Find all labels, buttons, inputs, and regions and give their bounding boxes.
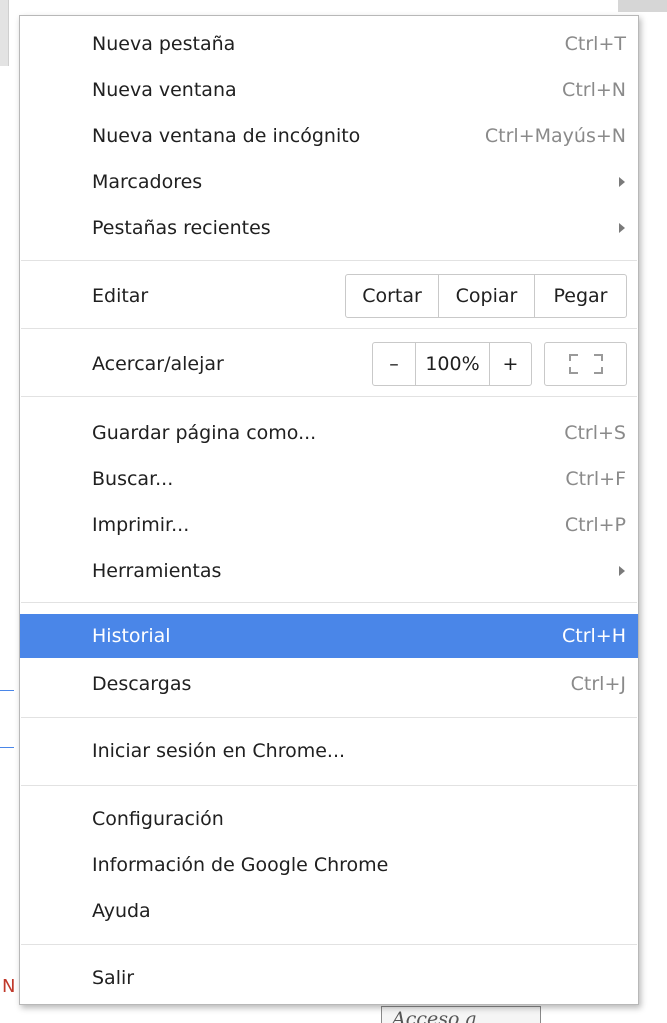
screen: N Acceso a Internet Nueva pestaña Ctrl+T… [0, 0, 667, 1023]
menu-item-shortcut: Ctrl+H [561, 625, 626, 647]
paste-button[interactable]: Pegar [534, 275, 626, 317]
menu-item-label: Historial [92, 625, 171, 647]
menu-item-about[interactable]: Información de Google Chrome [20, 843, 638, 887]
chevron-right-icon [619, 566, 625, 576]
menu-item-label: Salir [92, 967, 135, 989]
background-toolbar-edge [618, 0, 667, 12]
menu-item-label: Guardar página como... [92, 422, 317, 444]
background-line [0, 747, 14, 748]
taskbar-button[interactable]: Acceso a Internet [381, 1006, 541, 1023]
menu-item-label: Iniciar sesión en Chrome... [92, 740, 346, 762]
menu-item-downloads[interactable]: Descargas Ctrl+J [20, 662, 638, 706]
menu-item-tools[interactable]: Herramientas [20, 549, 638, 593]
menu-item-save-page[interactable]: Guardar página como... Ctrl+S [20, 411, 638, 455]
menu-item-label: Pestañas recientes [92, 217, 271, 239]
zoom-out-button[interactable]: – [373, 343, 415, 385]
menu-item-find[interactable]: Buscar... Ctrl+F [20, 457, 638, 501]
menu-item-label: Descargas [92, 673, 192, 695]
menu-row-edit: Editar Cortar Copiar Pegar [20, 273, 638, 319]
menu-separator [21, 260, 637, 261]
menu-item-label: Nueva ventana [92, 79, 237, 101]
menu-item-label: Marcadores [92, 171, 203, 193]
menu-item-shortcut: Ctrl+S [564, 422, 626, 444]
menu-item-label: Herramientas [92, 560, 222, 582]
menu-item-print[interactable]: Imprimir... Ctrl+P [20, 503, 638, 547]
menu-item-incognito[interactable]: Nueva ventana de incógnito Ctrl+Mayús+N [20, 114, 638, 158]
chrome-main-menu: Nueva pestaña Ctrl+T Nueva ventana Ctrl+… [19, 15, 639, 1005]
menu-item-label: Configuración [92, 808, 224, 830]
cut-button[interactable]: Cortar [346, 275, 438, 317]
menu-item-label: Información de Google Chrome [92, 854, 389, 876]
menu-separator [21, 396, 637, 397]
menu-item-shortcut: Ctrl+Mayús+N [484, 125, 626, 147]
menu-item-shortcut: Ctrl+P [564, 514, 626, 536]
chevron-right-icon [619, 177, 625, 187]
menu-separator [21, 602, 637, 603]
menu-item-help[interactable]: Ayuda [20, 889, 638, 933]
menu-item-shortcut: Ctrl+J [570, 673, 626, 695]
menu-item-settings[interactable]: Configuración [20, 797, 638, 841]
menu-separator [21, 328, 637, 329]
chevron-right-icon [619, 223, 625, 233]
menu-item-label: Buscar... [92, 468, 174, 490]
menu-item-shortcut: Ctrl+T [564, 33, 626, 55]
menu-item-exit[interactable]: Salir [20, 956, 638, 1000]
menu-separator [21, 944, 637, 945]
zoom-label: Acercar/alejar [92, 353, 224, 375]
fullscreen-icon [569, 354, 603, 374]
edit-label: Editar [92, 285, 149, 307]
fullscreen-button[interactable] [544, 342, 627, 386]
edit-button-group: Cortar Copiar Pegar [345, 274, 627, 318]
menu-item-bookmarks[interactable]: Marcadores [20, 160, 638, 204]
copy-button[interactable]: Copiar [438, 275, 534, 317]
menu-row-zoom: Acercar/alejar – 100% + [20, 341, 638, 387]
menu-item-label: Nueva ventana de incógnito [92, 125, 361, 147]
menu-item-sign-in[interactable]: Iniciar sesión en Chrome... [20, 729, 638, 773]
menu-item-shortcut: Ctrl+N [562, 79, 626, 101]
zoom-in-button[interactable]: + [489, 343, 531, 385]
background-scrollbar [0, 0, 9, 66]
background-partial-text: N [2, 976, 16, 997]
menu-item-history[interactable]: Historial Ctrl+H [20, 614, 638, 658]
menu-item-label: Ayuda [92, 900, 151, 922]
background-line [0, 690, 14, 691]
menu-item-new-window[interactable]: Nueva ventana Ctrl+N [20, 68, 638, 112]
menu-item-new-tab[interactable]: Nueva pestaña Ctrl+T [20, 22, 638, 66]
menu-item-label: Nueva pestaña [92, 33, 236, 55]
menu-separator [21, 785, 637, 786]
menu-item-label: Imprimir... [92, 514, 190, 536]
zoom-level: 100% [415, 343, 489, 385]
menu-item-shortcut: Ctrl+F [565, 468, 626, 490]
zoom-button-group: – 100% + [372, 342, 532, 386]
menu-separator [21, 717, 637, 718]
menu-item-recent-tabs[interactable]: Pestañas recientes [20, 206, 638, 250]
